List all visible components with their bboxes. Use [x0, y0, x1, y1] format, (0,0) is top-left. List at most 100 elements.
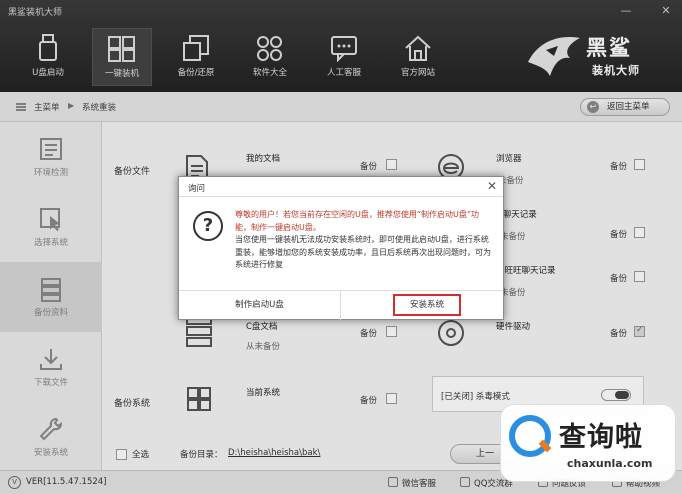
backup-checkbox[interactable] — [634, 159, 645, 170]
back-to-main-button[interactable]: ↩ 返回主菜单 — [580, 98, 670, 116]
nav-label: 人工客服 — [326, 68, 361, 78]
menu-icon — [16, 103, 26, 111]
backup-system-title: 备份系统 — [114, 399, 151, 409]
nav-label: 备份/还原 — [177, 68, 215, 78]
download-icon — [40, 349, 62, 370]
nav-label: U盘启动 — [32, 68, 64, 78]
usb-drive-icon — [39, 34, 57, 61]
sidebar-label: 下载文件 — [33, 378, 68, 388]
wrench-icon — [39, 417, 63, 441]
backup-restore-icon — [183, 35, 209, 61]
backup-path-link[interactable]: D:\heisha\heisha\bak\ — [228, 448, 320, 458]
back-arrow-icon: ↩ — [587, 101, 599, 113]
item-check-label: 备份 — [610, 162, 628, 172]
backup-checkbox[interactable] — [634, 227, 645, 238]
install-system-button[interactable]: 安装系统 — [393, 294, 461, 316]
nav-label: 一键装机 — [104, 69, 139, 79]
antivirus-mode-toggle[interactable] — [601, 389, 631, 401]
current-system-label: 当前系统 — [246, 388, 281, 398]
nav-label: 软件大全 — [252, 68, 287, 78]
nav-label: 官方网站 — [400, 68, 435, 78]
database-icon — [41, 278, 61, 302]
hard-drive-icon — [438, 320, 464, 346]
brand-name: 黑鲨 — [586, 36, 632, 60]
backup-checkbox[interactable] — [386, 159, 397, 170]
sidebar-item-select-system[interactable]: 选择系统 — [0, 192, 102, 262]
shark-logo-icon — [528, 37, 580, 76]
wechat-support-link[interactable]: 微信客服 — [402, 477, 436, 489]
watermark-text: 查询啦 — [559, 422, 643, 453]
home-icon — [405, 35, 431, 61]
dialog-message: 尊敬的用户！若您当前存在空闲的U盘，推荐您使用“制作启动U盘”功能，制作一键启动… — [235, 209, 491, 272]
confirm-dialog: 询问 ✕ ? 尊敬的用户！若您当前存在空闲的U盘，推荐您使用“制作启动U盘”功能… — [178, 176, 504, 320]
cursor-icon — [40, 208, 60, 231]
dialog-message-detail: 当您使用一键装机无法成功安装系统时，即可使用此启动U盘，进行系统重装，能够增加您… — [235, 235, 491, 269]
sidebar-item-env-check[interactable]: 环境检测 — [0, 122, 102, 192]
sidebar-label: 环境检测 — [33, 168, 68, 178]
item-check-label: 备份 — [360, 396, 378, 406]
chat-bubble-icon — [331, 36, 357, 62]
backup-checkbox[interactable] — [386, 326, 397, 337]
sidebar-label: 备份资料 — [33, 308, 68, 318]
item-name: 我的文档 — [246, 154, 281, 164]
dialog-button-bar: 制作启动U盘 安装系统 — [179, 290, 503, 320]
top-bar: 黑鲨装机大师 — ✕ U盘启动 一键装机 备份/还原 软件大全 人工客服 官方网… — [0, 0, 682, 92]
dialog-title-bar: 询问 ✕ — [179, 177, 503, 197]
select-all-label: 全选 — [132, 450, 150, 460]
item-check-label: 备份 — [610, 230, 628, 240]
item-check-label: 备份 — [610, 329, 628, 339]
version-icon: V — [8, 476, 21, 489]
wechat-icon — [388, 477, 398, 487]
nav-official-site[interactable]: 官方网站 — [388, 28, 448, 86]
brand-subtitle: 装机大师 — [592, 64, 640, 77]
item-name: C盘文档 — [246, 322, 278, 332]
breadcrumb: 主菜单 ▶ 系统重装 ↩ 返回主菜单 — [0, 92, 682, 122]
item-check-label: 备份 — [360, 162, 378, 172]
backup-checkbox[interactable] — [634, 271, 645, 282]
item-name: 浏览器 — [496, 154, 522, 164]
sidebar-item-install[interactable]: 安装系统 — [0, 402, 102, 472]
item-check-label: 备份 — [610, 274, 628, 284]
checklist-icon — [40, 138, 62, 160]
breadcrumb-current: 系统重装 — [82, 103, 117, 113]
question-icon: ? — [193, 211, 223, 241]
item-name: 硬件驱动 — [496, 322, 531, 332]
magnifier-logo-icon — [509, 415, 551, 457]
sidebar-label: 选择系统 — [33, 238, 68, 248]
backup-checkbox[interactable] — [634, 325, 645, 337]
windows-icon — [108, 36, 135, 62]
chevron-right-icon: ▶ — [68, 101, 75, 110]
apps-grid-icon — [257, 36, 282, 61]
item-status: 从未备份 — [246, 342, 281, 352]
minimize-icon[interactable]: — — [618, 4, 634, 18]
make-boot-usb-button[interactable]: 制作启动U盘 — [179, 291, 341, 320]
breadcrumb-home[interactable]: 主菜单 — [34, 101, 60, 113]
backup-files-title: 备份文件 — [114, 167, 151, 177]
dialog-close-icon[interactable]: ✕ — [487, 179, 497, 193]
install-system-button-area: 安装系统 — [343, 291, 503, 320]
nav-backup-restore[interactable]: 备份/还原 — [166, 28, 226, 86]
sidebar-item-backup-data[interactable]: 备份资料 — [0, 262, 102, 332]
watermark: 查询啦 chaxunla.com — [500, 404, 676, 482]
app-title: 黑鲨装机大师 — [8, 8, 63, 18]
dialog-title: 询问 — [188, 184, 206, 194]
nav-usb-boot[interactable]: U盘启动 — [18, 28, 78, 86]
back-button-label: 返回主菜单 — [607, 102, 650, 112]
qq-icon — [460, 477, 470, 487]
nav-customer-service[interactable]: 人工客服 — [314, 28, 374, 86]
brand-logo: 黑鲨 装机大师 — [524, 26, 674, 86]
backup-system-checkbox[interactable] — [386, 393, 397, 404]
nav-one-click-install[interactable]: 一键装机 — [92, 28, 152, 86]
version-text: VER[11.5.47.1524] — [26, 477, 107, 487]
sidebar-label: 安装系统 — [33, 448, 68, 458]
item-name: 里旺旺聊天记录 — [496, 266, 556, 276]
sidebar-item-download[interactable]: 下载文件 — [0, 332, 102, 402]
close-icon[interactable]: ✕ — [658, 4, 674, 18]
item-check-label: 备份 — [360, 329, 378, 339]
antivirus-mode-label: [已关闭] 杀毒模式 — [441, 392, 510, 402]
backup-path-label: 备份目录： — [180, 450, 223, 460]
watermark-url: chaxunla.com — [567, 457, 653, 470]
nav-software[interactable]: 软件大全 — [240, 28, 300, 86]
dialog-message-recommend: 尊敬的用户！若您当前存在空闲的U盘，推荐您使用“制作启动U盘”功能，制作一键启动… — [235, 210, 479, 232]
select-all-checkbox[interactable] — [116, 449, 127, 460]
